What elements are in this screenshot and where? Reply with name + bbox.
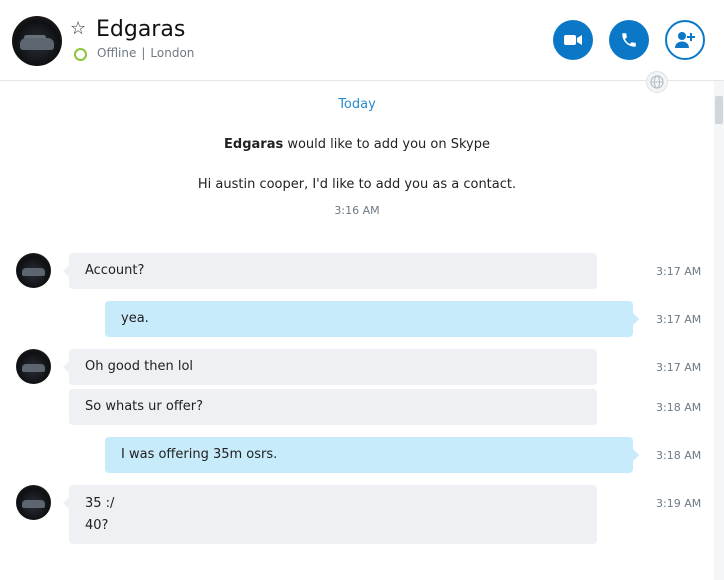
message-text: So whats ur offer? xyxy=(85,399,204,414)
phone-call-icon xyxy=(622,33,636,47)
contact-request-time: 3:16 AM xyxy=(334,204,380,217)
message-text: Oh good then lol xyxy=(85,359,194,374)
request-sender: Edgaras xyxy=(224,137,284,152)
request-text: would like to add you on Skype xyxy=(287,137,490,152)
contact-request-message: Hi austin cooper, I'd like to add you as… xyxy=(197,177,517,192)
sender-avatar[interactable] xyxy=(16,253,51,288)
scrollbar-thumb[interactable] xyxy=(715,96,723,124)
message-time: 3:19 AM xyxy=(656,497,702,510)
outgoing-message-bubble[interactable]: yea. xyxy=(105,301,639,337)
star-outline-icon[interactable]: ☆ xyxy=(70,18,86,40)
presence-status: Offline xyxy=(97,46,137,60)
sender-avatar[interactable] xyxy=(16,485,51,520)
contact-status-line: Offline | London xyxy=(97,45,194,61)
sender-avatar[interactable] xyxy=(16,349,51,384)
message-text: I was offering 35m osrs. xyxy=(121,447,278,462)
message-time: 3:17 AM xyxy=(656,313,702,326)
incoming-message-bubble[interactable]: Oh good then lol xyxy=(63,349,597,385)
outgoing-message-bubble[interactable]: I was offering 35m osrs. xyxy=(105,437,639,473)
message-time: 3:17 AM xyxy=(656,265,702,278)
message-text: 35 :/ xyxy=(85,496,115,511)
message-text: Account? xyxy=(85,263,145,278)
incoming-message-bubble[interactable]: Account? xyxy=(63,253,597,289)
contact-request-notice: Edgaras would like to add you on Skype xyxy=(0,137,714,152)
add-participant-button[interactable] xyxy=(665,20,705,60)
video-call-button[interactable] xyxy=(553,20,593,60)
message-time: 3:17 AM xyxy=(656,361,702,374)
video-call-icon xyxy=(564,35,582,45)
add-contact-icon xyxy=(675,32,695,48)
contact-location: London xyxy=(150,46,195,60)
contact-avatar[interactable] xyxy=(12,16,62,66)
contact-name[interactable]: Edgaras xyxy=(96,16,185,44)
incoming-message-bubble[interactable]: 35 :/ 40? xyxy=(63,485,597,544)
date-divider: Today xyxy=(338,97,376,112)
chat-scrollbar[interactable] xyxy=(714,81,724,580)
presence-indicator xyxy=(74,48,87,61)
globe-icon[interactable] xyxy=(646,71,668,93)
audio-call-button[interactable] xyxy=(609,20,649,60)
status-separator: | xyxy=(141,46,146,60)
incoming-message-bubble[interactable]: So whats ur offer? xyxy=(69,389,597,425)
message-text: 40? xyxy=(85,518,109,533)
message-time: 3:18 AM xyxy=(656,401,702,414)
message-time: 3:18 AM xyxy=(656,449,702,462)
conversation-header: ☆ Edgaras Offline | London xyxy=(0,0,724,81)
message-text: yea. xyxy=(121,311,149,326)
